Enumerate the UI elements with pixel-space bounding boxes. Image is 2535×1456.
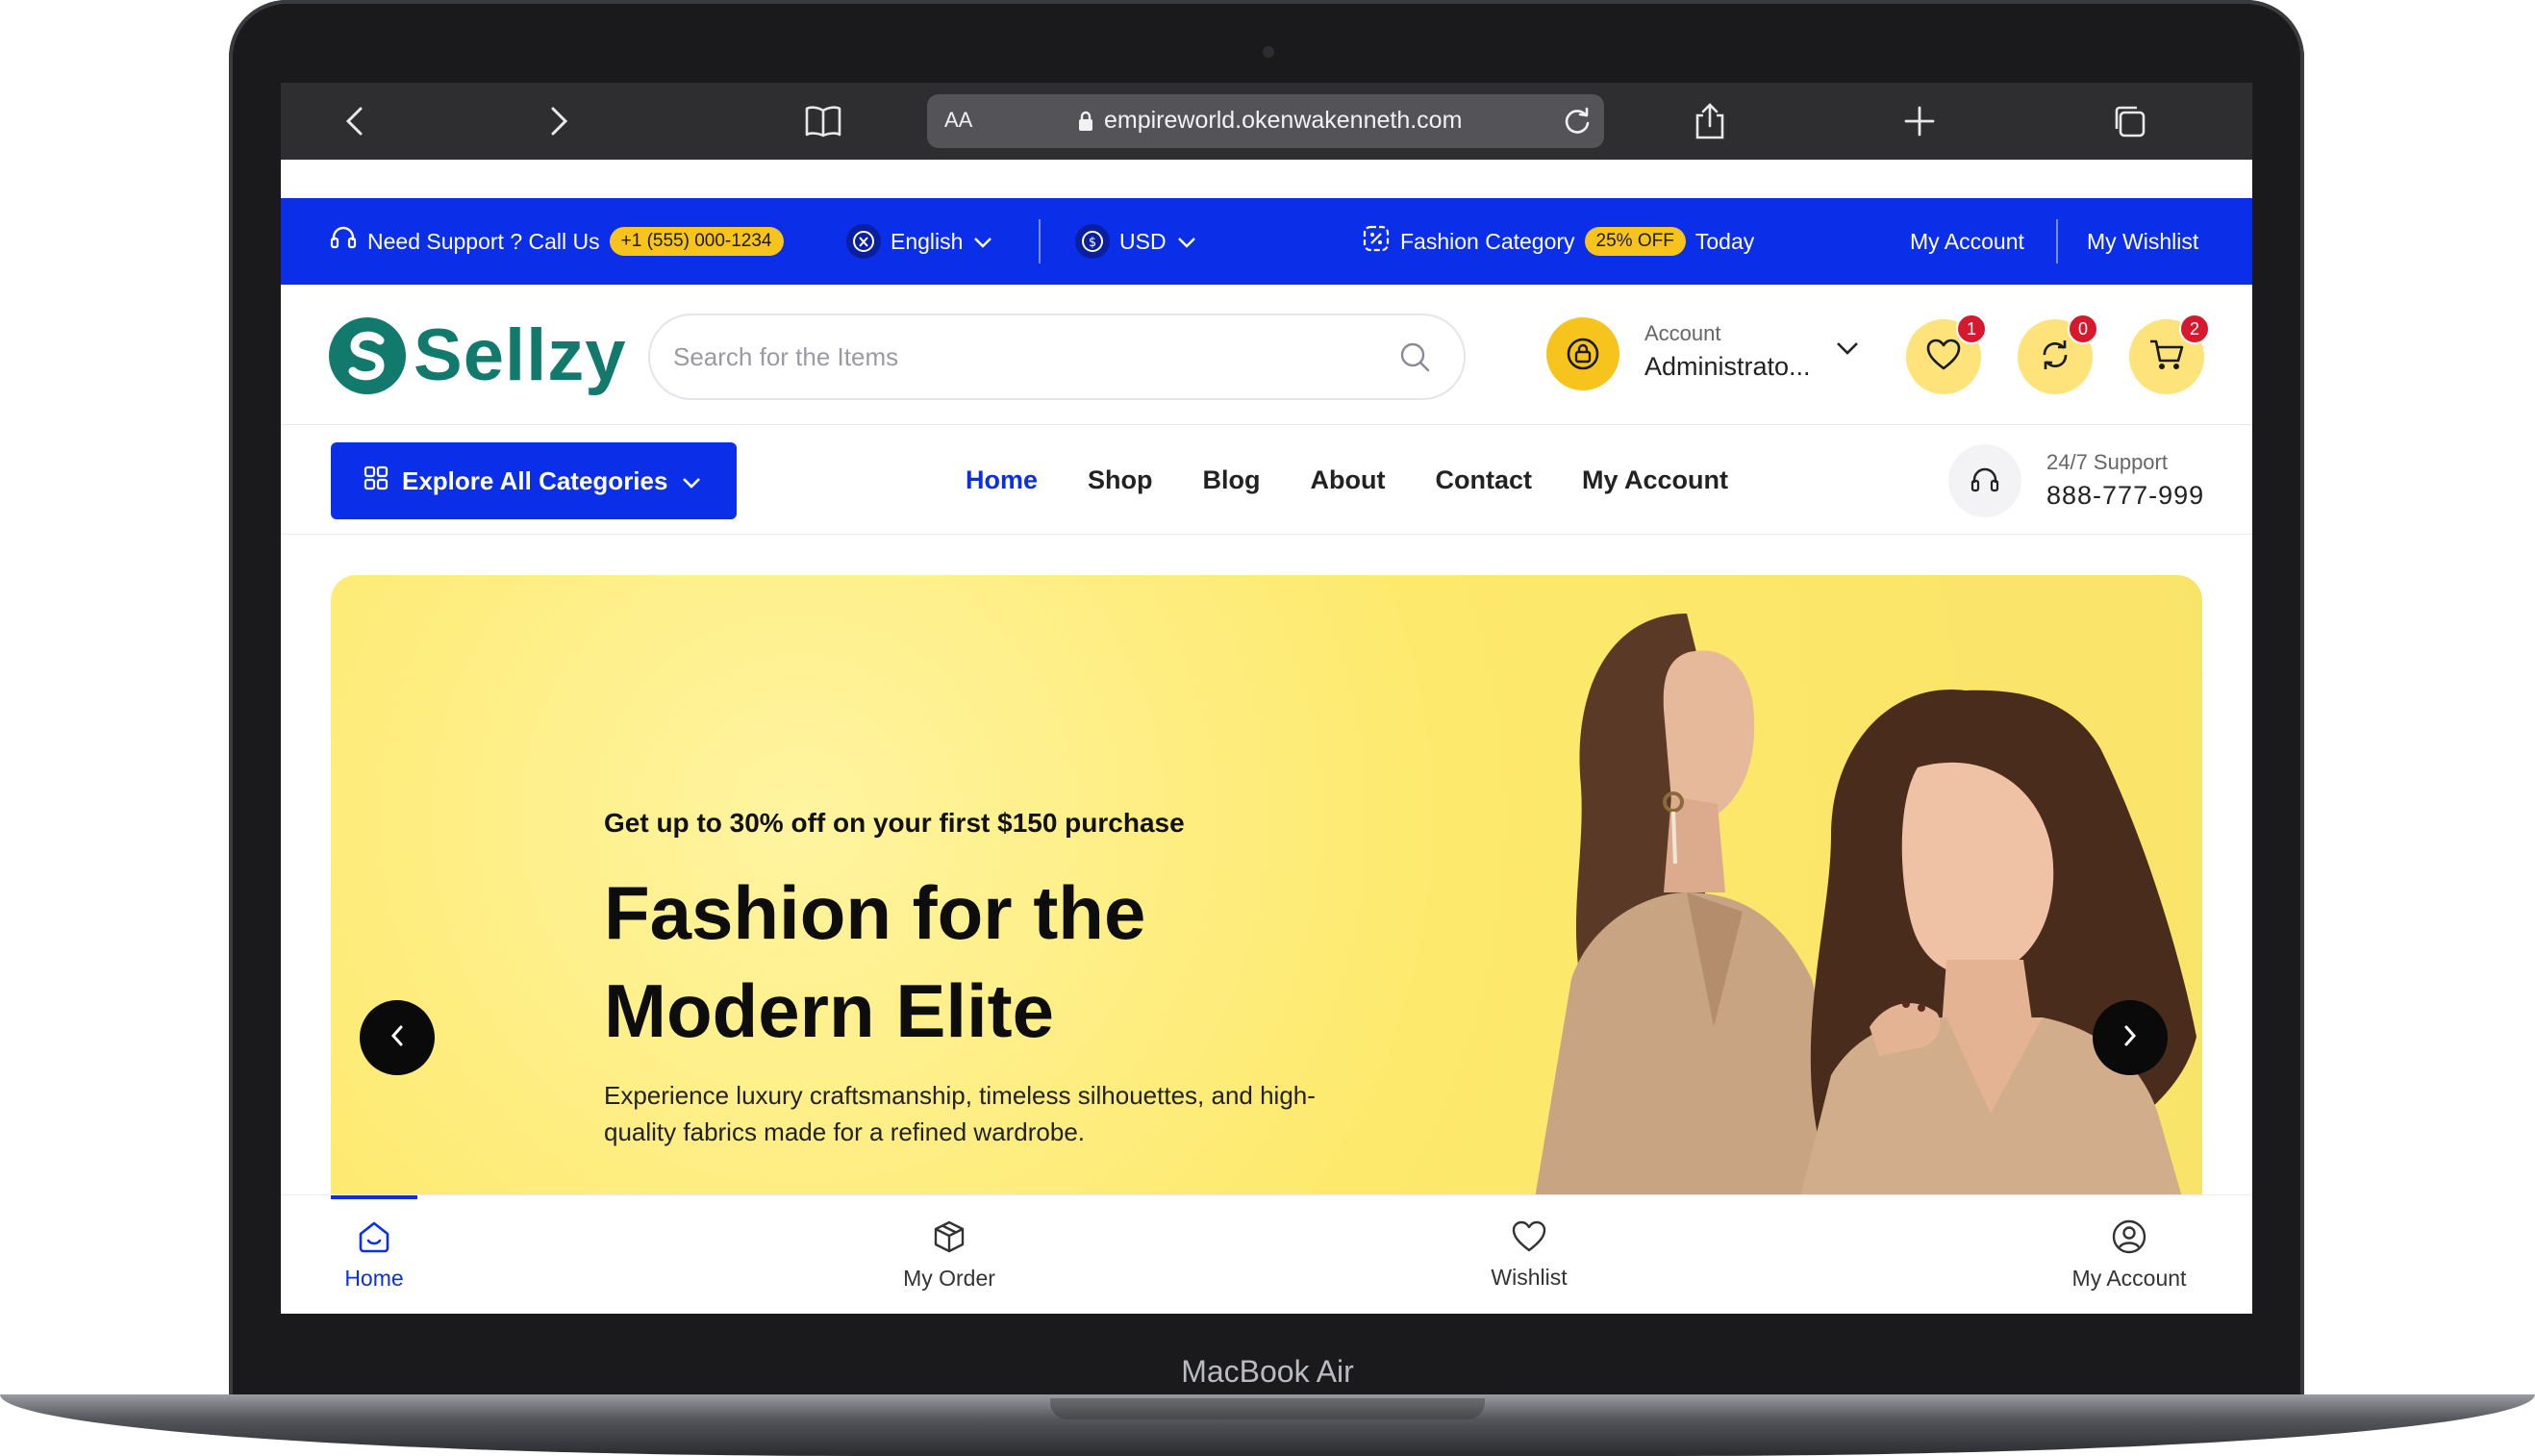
support-text: Need Support ? Call Us: [367, 228, 600, 254]
forward-icon[interactable]: [539, 100, 581, 142]
bookmarks-icon[interactable]: [802, 100, 844, 142]
url-text: empireworld.okenwakenneth.com: [1104, 107, 1463, 134]
laptop-notch: [1050, 1398, 1485, 1419]
cart-icon: [2148, 338, 2185, 377]
nav-blog[interactable]: Blog: [1203, 465, 1261, 495]
address-bar[interactable]: AA empireworld.okenwakenneth.com: [927, 94, 1604, 148]
share-icon[interactable]: [1689, 100, 1731, 142]
svg-text:$: $: [1089, 236, 1096, 250]
bottom-tab-bar: Home My Order Wishlist My Account: [281, 1194, 2252, 1314]
browser-toolbar: AA empireworld.okenwakenneth.com: [281, 83, 2252, 160]
slider-next-button[interactable]: [2093, 1000, 2168, 1075]
chevron-right-icon: [2121, 1023, 2139, 1053]
topbar-my-wishlist-link[interactable]: My Wishlist: [2087, 198, 2198, 285]
support-info[interactable]: 24/7 Support 888-777-999: [1948, 444, 2218, 517]
camera-dot: [1263, 46, 1274, 58]
nav-home[interactable]: Home: [966, 465, 1038, 495]
promo-suffix: Today: [1694, 228, 1755, 254]
main-nav: Explore All Categories Home Shop Blog Ab…: [281, 425, 2252, 535]
wishlist-count-badge: 1: [1956, 314, 1987, 344]
logo-mark-icon: [329, 316, 406, 394]
promo-badge: 25% OFF: [1584, 227, 1686, 256]
nav-my-account[interactable]: My Account: [1582, 465, 1728, 495]
compare-button[interactable]: 0: [2018, 314, 2098, 394]
discount-tag-icon: [1362, 224, 1391, 259]
site-header: Sellzy Account Administrato... 1: [281, 285, 2252, 425]
currency-select[interactable]: $ USD: [1075, 198, 1197, 285]
nav-shop[interactable]: Shop: [1088, 465, 1153, 495]
headset-icon: [329, 224, 358, 259]
tab-home-label: Home: [344, 1266, 404, 1291]
device-label: MacBook Air: [1181, 1354, 1354, 1389]
support-phone-badge[interactable]: +1 (555) 000-1234: [609, 227, 784, 256]
currency-label: USD: [1119, 228, 1167, 254]
tabs-overview-icon[interactable]: [2108, 100, 2150, 142]
currency-icon: $: [1075, 224, 1110, 259]
search-icon[interactable]: [1398, 340, 1431, 378]
chevron-down-icon: [1835, 340, 1860, 361]
back-icon[interactable]: [333, 100, 375, 142]
tab-wishlist[interactable]: Wishlist: [1471, 1195, 1587, 1314]
grid-icon: [364, 465, 389, 497]
tab-my-account-label: My Account: [2071, 1266, 2187, 1291]
support-phone: 888-777-999: [2046, 481, 2205, 510]
logo-text: Sellzy: [414, 314, 627, 396]
compare-icon: [2038, 338, 2072, 377]
promo-topbar: Need Support ? Call Us +1 (555) 000-1234…: [281, 198, 2252, 285]
heart-icon: [1926, 339, 1961, 376]
text-size-button[interactable]: AA: [944, 108, 972, 133]
account-name: Administrato...: [1644, 352, 1811, 381]
home-icon: [356, 1218, 392, 1260]
cart-count-badge: 2: [2179, 314, 2210, 344]
hero-banner: Get up to 30% off on your first $150 pur…: [331, 575, 2202, 1268]
account-icon: [1546, 317, 1619, 390]
hero-description: Experience luxury craftsmanship, timeles…: [604, 1081, 1316, 1146]
cart-button[interactable]: 2: [2129, 314, 2210, 394]
user-icon: [2111, 1218, 2147, 1260]
account-label: Account: [1644, 321, 1721, 345]
nav-links: Home Shop Blog About Contact My Account: [966, 425, 1728, 535]
chevron-down-icon: [972, 229, 993, 255]
screen: AA empireworld.okenwakenneth.com Need Su…: [281, 83, 2252, 1314]
language-label: English: [891, 228, 964, 254]
divider: [2056, 219, 2058, 264]
chevron-left-icon: [389, 1023, 406, 1053]
tab-my-account[interactable]: My Account: [2052, 1195, 2206, 1314]
hero-models-image: [1523, 614, 2202, 1268]
language-icon: [846, 224, 881, 259]
promo-text: Fashion Category: [1400, 228, 1575, 254]
tab-wishlist-label: Wishlist: [1491, 1265, 1568, 1290]
compare-count-badge: 0: [2068, 314, 2098, 344]
chevron-down-icon: [681, 466, 702, 496]
explore-label: Explore All Categories: [402, 465, 668, 495]
account-dropdown[interactable]: Account Administrato...: [1546, 317, 1864, 394]
reload-icon[interactable]: [1560, 104, 1594, 143]
nav-about[interactable]: About: [1311, 465, 1386, 495]
slider-prev-button[interactable]: [360, 1000, 435, 1075]
search-box[interactable]: [648, 314, 1466, 400]
divider: [1039, 219, 1041, 264]
tab-my-order[interactable]: My Order: [877, 1195, 1021, 1314]
nav-contact[interactable]: Contact: [1435, 465, 1532, 495]
support-label: 24/7 Support: [2046, 450, 2168, 474]
tab-home[interactable]: Home: [319, 1195, 429, 1314]
explore-categories-button[interactable]: Explore All Categories: [331, 442, 737, 519]
logo[interactable]: Sellzy: [329, 314, 626, 397]
language-select[interactable]: English: [846, 198, 993, 285]
support-contact[interactable]: Need Support ? Call Us +1 (555) 000-1234: [329, 198, 784, 285]
new-tab-icon[interactable]: [1898, 100, 1941, 142]
hero-subtitle: Get up to 30% off on your first $150 pur…: [604, 808, 1185, 838]
search-input[interactable]: [673, 333, 1385, 381]
hero-title: Fashion for the Modern Elite: [604, 870, 1146, 1053]
fashion-promo[interactable]: Fashion Category 25% OFF Today: [1362, 198, 1754, 285]
lock-icon: [1077, 110, 1094, 138]
wishlist-button[interactable]: 1: [1906, 314, 1987, 394]
heart-icon: [1511, 1219, 1547, 1259]
tab-my-order-label: My Order: [903, 1266, 995, 1291]
topbar-my-account-link[interactable]: My Account: [1910, 198, 2024, 285]
box-icon: [931, 1218, 967, 1260]
headset-icon: [1948, 444, 2021, 517]
chevron-down-icon: [1176, 229, 1197, 255]
